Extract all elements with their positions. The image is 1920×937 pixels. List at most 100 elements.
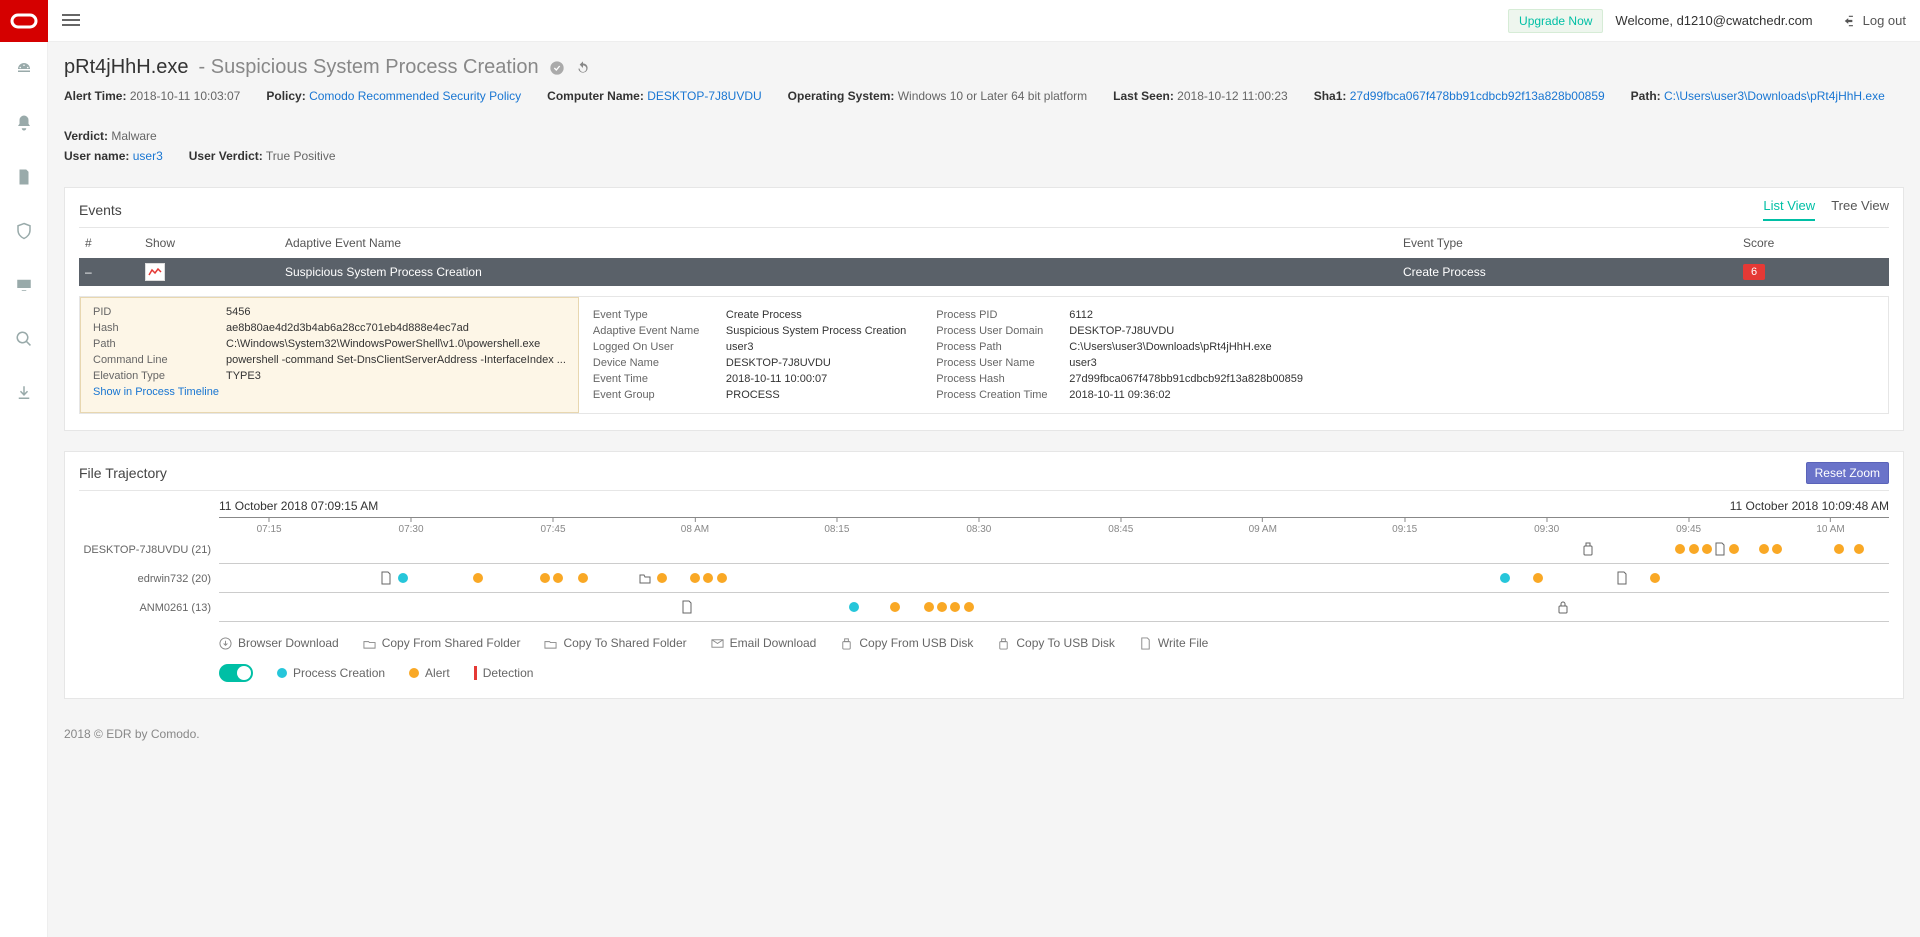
menu-toggle[interactable] [62, 14, 80, 28]
dev-l: Device Name [593, 357, 718, 369]
pctime-l: Process Creation Time [936, 389, 1061, 401]
trajectory-track[interactable] [219, 593, 1889, 622]
nav-download[interactable] [0, 366, 48, 420]
phash-l: Process Hash [936, 373, 1061, 385]
luser-v: user3 [726, 341, 754, 353]
refresh-icon[interactable] [575, 60, 591, 76]
usb-icon [1582, 542, 1594, 556]
legend-copy-from-shared: Copy From Shared Folder [363, 636, 521, 650]
pctime-v: 2018-10-11 09:36:02 [1069, 389, 1170, 401]
trajectory-row-label: DESKTOP-7J8UVDU (21) [79, 544, 219, 556]
page-title-file: pRt4jHhH.exe [64, 56, 189, 79]
egroup-l: Event Group [593, 389, 718, 401]
lpath-l: Path [93, 338, 218, 350]
logout-icon [1843, 14, 1857, 28]
tick: 08:30 [966, 517, 991, 535]
trajectory-row-desktop: DESKTOP-7J8UVDU (21) [79, 535, 1889, 564]
username-label: User name: [64, 149, 129, 163]
pdomain-l: Process User Domain [936, 325, 1061, 337]
page-title-desc: - Suspicious System Process Creation [199, 56, 539, 79]
cmd-v: powershell -command Set-DnsClientServerA… [226, 354, 566, 366]
computer-label: Computer Name: [547, 89, 644, 103]
pid-l: PID [93, 306, 218, 318]
alert-dot [890, 602, 900, 612]
events-panel: Events List View Tree View # Show Adapti… [64, 187, 1904, 431]
alert-dot [540, 573, 550, 583]
alert-dot [1854, 544, 1864, 554]
tick: 08:15 [824, 517, 849, 535]
legend-write-file: Write File [1139, 636, 1208, 650]
ppath-v[interactable]: C:\Users\user3\Downloads\pRt4jHhH.exe [1069, 341, 1271, 353]
pdomain-v: DESKTOP-7J8UVDU [1069, 325, 1174, 337]
legend-process-creation: Process Creation [277, 666, 385, 680]
trajectory-track[interactable] [219, 535, 1889, 564]
col-type: Event Type [1403, 236, 1743, 250]
footer-text: 2018 © EDR by Comodo. [48, 709, 1920, 759]
aname-l: Adaptive Event Name [593, 325, 718, 337]
tick: 09:45 [1676, 517, 1701, 535]
process-dot [398, 573, 408, 583]
alert-dot [578, 573, 588, 583]
etime-l: Event Time [593, 373, 718, 385]
sha1-label: Sha1: [1314, 89, 1347, 103]
timeline-axis: 07:15 07:30 07:45 08 AM 08:15 08:30 08:4… [219, 517, 1889, 535]
tick: 09:15 [1392, 517, 1417, 535]
dev-v[interactable]: DESKTOP-7J8UVDU [726, 357, 831, 369]
tick: 09 AM [1249, 517, 1277, 535]
nav-search[interactable] [0, 312, 48, 366]
ppid-v: 6112 [1069, 309, 1093, 321]
alert-time-label: Alert Time: [64, 89, 126, 103]
left-sidebar [0, 0, 48, 937]
file-icon [681, 600, 693, 614]
nav-alerts[interactable] [0, 96, 48, 150]
alert-dot [1702, 544, 1712, 554]
page-title-row: pRt4jHhH.exe - Suspicious System Process… [64, 56, 1904, 79]
alert-dot [964, 602, 974, 612]
alert-dot [553, 573, 563, 583]
upgrade-button[interactable]: Upgrade Now [1508, 9, 1603, 33]
nav-reports[interactable] [0, 150, 48, 204]
policy-label: Policy: [266, 89, 305, 103]
legend-toggle[interactable] [219, 664, 253, 682]
username-link[interactable]: user3 [133, 149, 163, 163]
trajectory-row-label: ANM0261 (13) [79, 602, 219, 614]
meta-row-2: User name: user3 User Verdict: True Posi… [64, 149, 1904, 163]
reset-zoom-button[interactable]: Reset Zoom [1806, 462, 1889, 484]
logout-button[interactable]: Log out [1843, 13, 1906, 28]
phash-v[interactable]: 27d99fbca067f478bb91cdbcb92f13a828b00859 [1069, 373, 1303, 385]
alert-dot [1689, 544, 1699, 554]
nav-dashboard[interactable] [0, 42, 48, 96]
aname-v: Suspicious System Process Creation [726, 325, 906, 337]
elev-l: Elevation Type [93, 370, 218, 382]
etype-l: Event Type [593, 309, 718, 321]
policy-link[interactable]: Comodo Recommended Security Policy [309, 89, 521, 103]
tick: 09:30 [1534, 517, 1559, 535]
hash-v[interactable]: ae8b80ae4d2d3b4ab6a28cc701eb4d888e4ec7ad [226, 322, 469, 334]
sha1-link[interactable]: 27d99fbca067f478bb91cdbcb92f13a828b00859 [1350, 89, 1605, 103]
lpath-v[interactable]: C:\Windows\System32\WindowsPowerShell\v1… [226, 338, 540, 350]
alert-dot [703, 573, 713, 583]
nav-protection[interactable] [0, 204, 48, 258]
show-chart-toggle[interactable] [145, 263, 165, 281]
verified-icon [549, 60, 565, 76]
file-icon [1616, 571, 1628, 585]
nav-devices[interactable] [0, 258, 48, 312]
tick: 10 AM [1816, 517, 1844, 535]
trajectory-track[interactable] [219, 564, 1889, 593]
alert-time-value: 2018-10-11 10:03:07 [130, 89, 241, 103]
event-row[interactable]: – Suspicious System Process Creation Cre… [79, 258, 1889, 286]
events-header-row: # Show Adaptive Event Name Event Type Sc… [79, 228, 1889, 258]
col-idx: # [85, 236, 145, 250]
legend-detection: Detection [474, 666, 534, 680]
tick: 07:15 [257, 517, 282, 535]
computer-link[interactable]: DESKTOP-7J8UVDU [647, 89, 761, 103]
alert-dot [473, 573, 483, 583]
pid-v: 5456 [226, 306, 250, 318]
tab-list-view[interactable]: List View [1763, 198, 1815, 221]
show-in-timeline[interactable]: Show in Process Timeline [93, 386, 219, 398]
logout-label: Log out [1863, 13, 1906, 28]
path-link[interactable]: C:\Users\user3\Downloads\pRt4jHhH.exe [1664, 89, 1885, 103]
etime-v[interactable]: 2018-10-11 10:00:07 [726, 373, 827, 385]
alert-dot [1759, 544, 1769, 554]
tab-tree-view[interactable]: Tree View [1831, 198, 1889, 221]
